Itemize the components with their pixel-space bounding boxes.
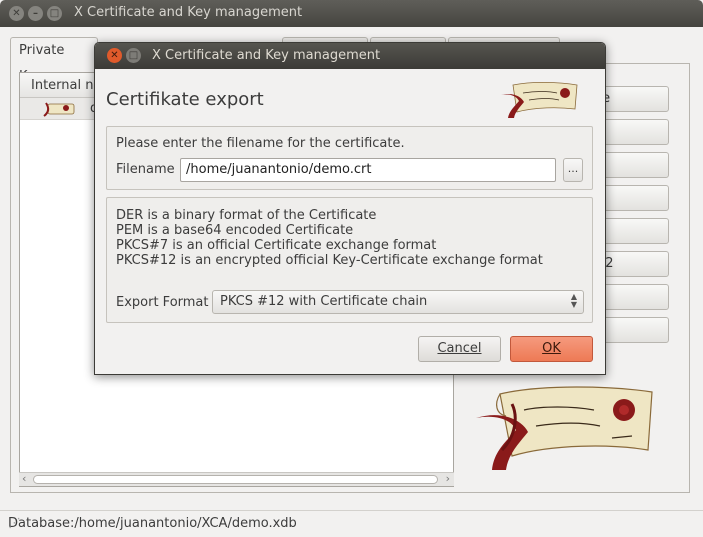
scroll-left-icon[interactable]: ‹	[22, 472, 26, 485]
filename-group: Please enter the filename for the certif…	[106, 126, 593, 190]
cancel-button[interactable]: Cancel	[418, 336, 501, 362]
browse-button[interactable]: ...	[563, 158, 583, 182]
resize-grip-icon[interactable]: ⋰	[8, 516, 700, 534]
format-description-der: DER is a binary format of the Certificat…	[116, 208, 377, 223]
close-icon[interactable]: ✕	[107, 48, 122, 63]
window-title: X Certificate and Key management	[74, 5, 303, 20]
format-group: DER is a binary format of the Certificat…	[106, 197, 593, 323]
filename-prompt: Please enter the filename for the certif…	[116, 136, 405, 151]
dialog-titlebar: ✕ □ X Certificate and Key management	[95, 43, 605, 69]
maximize-icon[interactable]: □	[47, 6, 62, 21]
filename-input[interactable]: /home/juanantonio/demo.crt	[180, 158, 556, 182]
format-description-pkcs7: PKCS#7 is an official Certificate exchan…	[116, 238, 437, 253]
scroll-logo-icon	[476, 386, 653, 470]
export-format-select[interactable]: PKCS #12 with Certificate chain ▲ ▼	[212, 290, 584, 314]
export-format-label: Export Format	[116, 295, 209, 310]
minimize-icon[interactable]: □	[126, 48, 141, 63]
status-bar: Database:/home/juanantonio/XCA/demo.xdb …	[0, 510, 703, 537]
format-description-pkcs12: PKCS#12 is an encrypted official Key-Cer…	[116, 253, 543, 268]
certificate-export-dialog: ✕ □ X Certificate and Key management Cer…	[94, 42, 606, 375]
tab-private-keys[interactable]: Private Keys	[10, 37, 98, 84]
dialog-heading: Certifikate export	[106, 89, 264, 110]
scroll-right-icon[interactable]: ›	[446, 472, 450, 485]
main-window-titlebar: ✕ – □ X Certificate and Key management	[0, 0, 703, 27]
dialog-title: X Certificate and Key management	[152, 48, 381, 63]
format-description-pem: PEM is a base64 encoded Certificate	[116, 223, 354, 238]
ok-button[interactable]: OK	[510, 336, 593, 362]
scrollbar-thumb[interactable]	[33, 475, 438, 484]
minimize-icon[interactable]: –	[28, 6, 43, 21]
scroll-logo-icon	[501, 81, 578, 118]
filename-label: Filename	[116, 162, 175, 177]
scroll-logo-icon	[43, 102, 75, 117]
updown-arrow-icon: ▲ ▼	[570, 292, 577, 309]
close-icon[interactable]: ✕	[9, 6, 24, 21]
horizontal-scrollbar[interactable]: ‹ ›	[19, 472, 454, 486]
